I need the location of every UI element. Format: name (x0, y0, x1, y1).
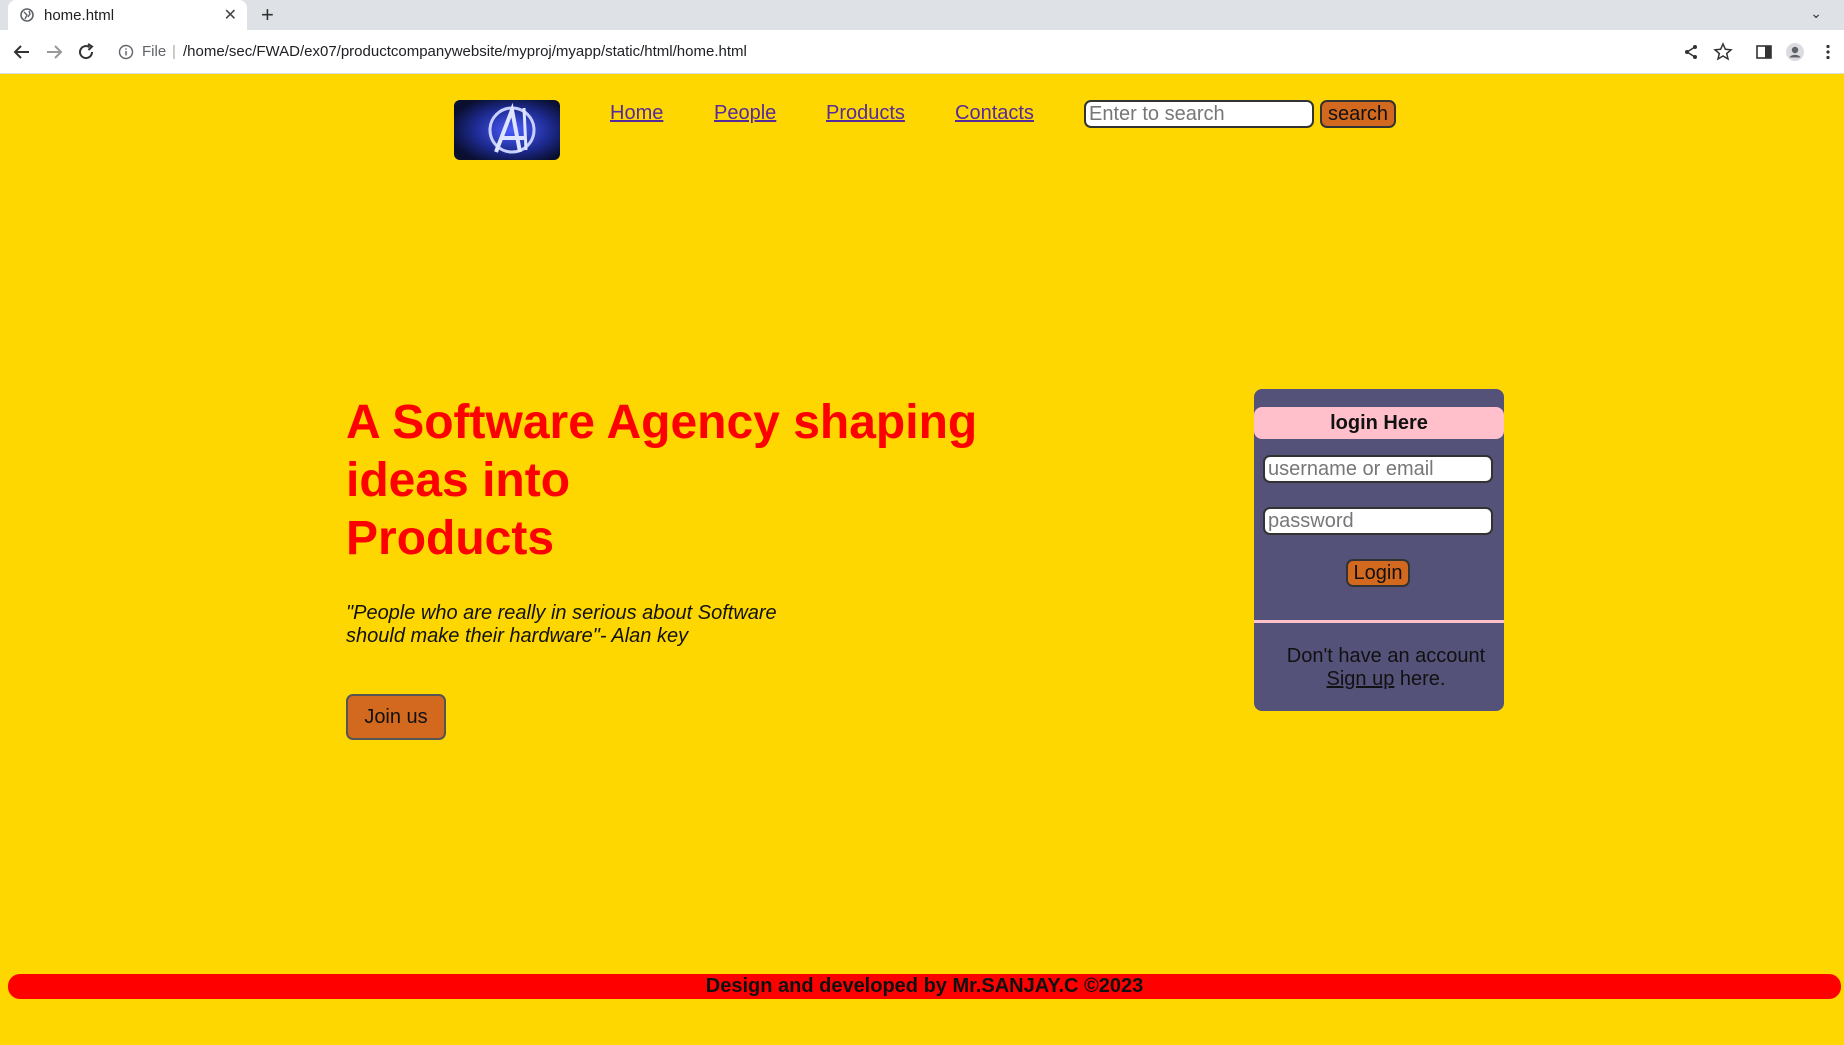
username-input[interactable] (1263, 455, 1493, 483)
site-header: Home People Products Contacts search (0, 74, 1844, 184)
search-button[interactable]: search (1320, 100, 1396, 128)
share-icon[interactable] (1681, 42, 1701, 62)
browser-tab-bar: home.html ✕ + ⌄ (0, 0, 1844, 30)
footer: Design and developed by Mr.SANJAY.C ©202… (8, 974, 1841, 999)
signup-link[interactable]: Sign up (1327, 668, 1395, 690)
tab-close-icon[interactable]: ✕ (224, 5, 237, 25)
login-divider (1254, 620, 1504, 623)
hero-title-line: ideas into (346, 454, 571, 507)
logo (454, 100, 560, 160)
bookmark-star-icon[interactable] (1713, 42, 1733, 62)
address-scheme: File (142, 43, 167, 60)
login-panel: login Here Login Don't have an account S… (1254, 389, 1504, 711)
signup-prefix-text: Don't have an account (1286, 645, 1486, 667)
address-bar[interactable]: /home/sec/FWAD/ex07/productcompanywebsit… (183, 43, 747, 60)
nav-people-link[interactable]: People (714, 102, 776, 125)
hero-title-line: Products (346, 512, 555, 565)
back-arrow-icon[interactable] (10, 40, 34, 64)
hero-title: A Software Agency shaping ideas into Pro… (346, 394, 977, 568)
quote-line: should make their hardware"- Alan key (346, 625, 689, 647)
hero-title-line: A Software Agency shaping (346, 396, 978, 449)
join-us-button[interactable]: Join us (346, 694, 446, 740)
globe-icon (20, 8, 34, 22)
nav-products-link[interactable]: Products (826, 102, 905, 125)
search-input[interactable] (1084, 100, 1314, 128)
profile-avatar-icon[interactable] (1785, 42, 1805, 62)
new-tab-icon[interactable]: + (261, 2, 274, 28)
login-heading: login Here (1254, 407, 1504, 439)
address-separator: | (172, 43, 176, 60)
signup-prompt: Don't have an account Sign up here. (1254, 645, 1504, 691)
hero-quote: "People who are really in serious about … (346, 602, 777, 648)
tab-title: home.html (44, 7, 115, 24)
browser-tab[interactable]: home.html ✕ (8, 0, 247, 30)
quote-line: "People who are really in serious about … (346, 602, 777, 624)
tab-search-chevron-icon[interactable]: ⌄ (1810, 5, 1822, 22)
avengers-logo-icon (454, 100, 560, 160)
login-button[interactable]: Login (1346, 559, 1410, 587)
forward-arrow-icon[interactable] (42, 40, 66, 64)
nav-contacts-link[interactable]: Contacts (955, 102, 1034, 125)
password-input[interactable] (1263, 507, 1493, 535)
reload-icon[interactable] (74, 40, 98, 64)
more-menu-icon[interactable] (1818, 42, 1838, 62)
info-icon[interactable] (118, 44, 134, 60)
side-panel-icon[interactable] (1754, 42, 1774, 62)
browser-toolbar: File | /home/sec/FWAD/ex07/productcompan… (0, 30, 1844, 74)
signup-suffix-text: here. (1394, 668, 1446, 690)
nav-home-link[interactable]: Home (610, 102, 663, 125)
